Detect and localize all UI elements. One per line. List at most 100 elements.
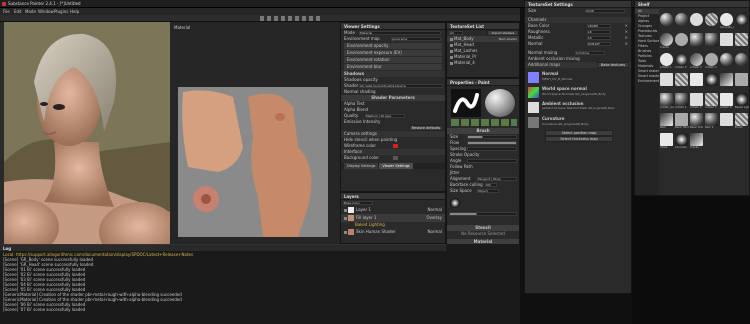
eye-icon[interactable] [344, 230, 347, 234]
shelf-item[interactable] [720, 73, 734, 92]
wireframe-color-swatch[interactable] [393, 144, 398, 148]
shelf-item[interactable]: Artistic 1 [660, 53, 674, 72]
brush-tool-icons[interactable] [451, 119, 517, 126]
env-blur-row[interactable]: Environment blur [344, 64, 442, 70]
tab-viewer-settings[interactable]: Viewer Settings [379, 163, 413, 169]
toolbar-icons[interactable] [260, 16, 320, 21]
shelf-category[interactable]: Environments [635, 79, 659, 84]
shelf-item[interactable] [735, 33, 749, 52]
remove-channel-icon[interactable]: ✕ [625, 41, 628, 47]
eye-icon[interactable] [450, 43, 453, 47]
shelf-item[interactable] [675, 33, 689, 52]
tab-display-settings[interactable]: Display Settings [344, 163, 379, 169]
menu-file[interactable]: File [3, 9, 10, 14]
shelf-item[interactable] [690, 13, 704, 32]
menu-help[interactable]: Help [70, 9, 79, 14]
map-item[interactable]: Ambient occlusion Ambient Occlusion Map f… [525, 100, 631, 115]
env-map-field[interactable]: panorama [391, 37, 441, 41]
viewport-3d[interactable] [4, 22, 170, 244]
map-item[interactable]: World space normal World Space Normals GR… [525, 85, 631, 100]
eye-icon[interactable] [344, 208, 347, 212]
texture-set-item[interactable]: Material_4 [447, 60, 519, 66]
menu-plugins[interactable]: Plugins [54, 9, 68, 14]
shelf-item[interactable]: Bark 2 [705, 113, 719, 132]
menu-mode[interactable]: Mode [25, 9, 36, 14]
shelf-item[interactable]: Artistic 4 [705, 53, 719, 72]
layer-row[interactable]: Fill layer 1 Overlay [341, 214, 445, 222]
shelf-item[interactable]: Brush [735, 113, 749, 132]
shelf-item[interactable]: Baked Light [735, 93, 749, 112]
map-item[interactable]: Normal MESH_UV_B_Normal [525, 70, 631, 85]
alignment-select[interactable]: Tangent | Wrap [477, 177, 517, 181]
shader-select[interactable]: pbr-metal-rough-with-alpha-blending [359, 84, 443, 88]
stencil-resource[interactable]: No Resource Selected [447, 231, 519, 237]
spacing-slider[interactable] [467, 147, 517, 151]
layer-row[interactable]: Layer 1 Normal [341, 206, 445, 214]
hardness-row[interactable] [447, 211, 519, 217]
shelf-item[interactable] [690, 33, 704, 52]
texture-set-filter[interactable]: All [449, 31, 463, 35]
shelf-item[interactable] [735, 73, 749, 92]
normal-mixing-select[interactable]: Combine [575, 51, 605, 55]
channel-row[interactable]: Normal RGB16F ✕ [525, 41, 631, 47]
viewport-2d[interactable]: Material [170, 22, 340, 244]
shelf-item[interactable] [735, 53, 749, 72]
shelf-item[interactable]: Artistic 1 [675, 93, 689, 112]
env-exposure-row[interactable]: Environment exposure (EV) [344, 50, 442, 56]
shelf-item[interactable] [705, 33, 719, 52]
alpha-row[interactable] [447, 196, 519, 210]
layers-channel-select[interactable]: Base Color [343, 201, 373, 205]
shelf-item[interactable] [660, 13, 674, 32]
hardness-slider[interactable] [449, 212, 517, 216]
shelf-item[interactable]: Artistic 2 [690, 93, 704, 112]
mode-select[interactable]: Material [359, 31, 441, 35]
shelf-item[interactable] [720, 113, 734, 132]
size-slider[interactable] [467, 135, 517, 139]
shelf-item[interactable] [675, 73, 689, 92]
layer-row[interactable]: Skin Human Shader Normal [341, 228, 445, 236]
shelf-item[interactable] [705, 13, 719, 32]
shelf-item[interactable]: Basic Hard [675, 113, 689, 132]
shelf-item[interactable] [675, 13, 689, 32]
size-space-select[interactable]: Object [477, 189, 499, 193]
shelf-item[interactable]: Chalk [660, 133, 674, 152]
shelf-item[interactable] [720, 53, 734, 72]
shelf-item[interactable]: Artistic 3 [690, 53, 704, 72]
shelf-item[interactable] [735, 13, 749, 32]
eye-icon[interactable] [450, 61, 453, 65]
env-rotation-row[interactable]: Environment rotation [344, 57, 442, 63]
quality-select[interactable]: Medium (16 spp) [365, 114, 405, 118]
shelf-item[interactable] [660, 73, 674, 92]
shelf-item[interactable]: Artistic 2 [675, 53, 689, 72]
shelf-item[interactable]: Concrete [675, 133, 689, 152]
bake-textures-button[interactable]: Bake textures [597, 62, 629, 68]
shelf-item[interactable]: Concrete_Clean [720, 13, 734, 32]
flow-slider[interactable] [467, 141, 517, 145]
menu-window[interactable]: Window [38, 9, 54, 14]
shelf-item[interactable]: Basic Soft [690, 113, 704, 132]
shelf-item[interactable]: Cracks [660, 33, 674, 52]
env-opacity-row[interactable]: Environment opacity [344, 43, 442, 49]
shelf-item-thumbnail [735, 113, 748, 126]
uv-canvas[interactable] [178, 87, 328, 238]
size-select[interactable]: 2048 [585, 9, 625, 13]
shelf-item[interactable]: Artistic 3 [705, 93, 719, 112]
brush-material-sphere[interactable] [485, 89, 515, 117]
shelf-item[interactable]: Artistic_Soft [660, 93, 674, 112]
eye-icon[interactable] [450, 49, 453, 53]
eye-icon[interactable] [344, 216, 347, 220]
bkg-color-swatch[interactable] [393, 156, 398, 160]
eye-icon[interactable] [450, 55, 453, 59]
angle-slider[interactable] [467, 159, 517, 163]
shelf-item[interactable]: Artistic 4 [720, 93, 734, 112]
brush-alpha-preview[interactable] [451, 89, 481, 117]
backface-toggle[interactable]: ON [485, 183, 497, 187]
shelf-item[interactable] [690, 73, 704, 92]
map-item[interactable]: Curvature Curvature GR_Lingerie08_Body [525, 115, 631, 130]
shelf-item[interactable] [720, 33, 734, 52]
shelf-item[interactable]: Cracks [690, 133, 704, 152]
shelf-item[interactable] [705, 73, 719, 92]
eye-icon[interactable] [450, 37, 453, 41]
shelf-item[interactable]: Bark [660, 113, 674, 132]
menu-edit[interactable]: Edit [14, 9, 22, 14]
